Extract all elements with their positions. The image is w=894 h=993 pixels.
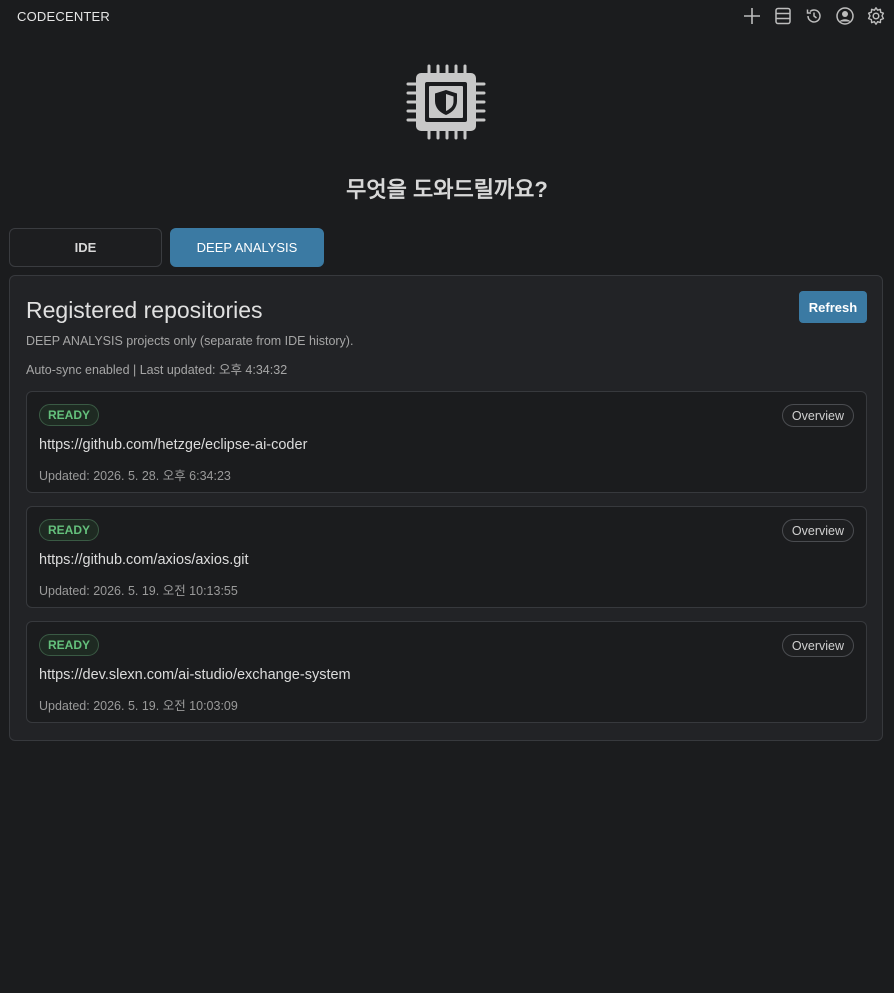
panel-subtitle: DEEP ANALYSIS projects only (separate fr…	[26, 334, 354, 348]
repo-updated: Updated: 2026. 5. 19. 오전 10:13:55	[39, 584, 238, 598]
tab-deep-analysis[interactable]: DEEP ANALYSIS	[170, 228, 324, 267]
repositories-panel: Registered repositories Refresh DEEP ANA…	[9, 275, 883, 741]
repo-updated: Updated: 2026. 5. 19. 오전 10:03:09	[39, 699, 238, 713]
repo-url: https://github.com/hetzge/eclipse-ai-cod…	[39, 437, 308, 453]
toolbar-icons	[740, 4, 888, 28]
status-badge: READY	[39, 634, 100, 656]
repo-url: https://github.com/axios/axios.git	[39, 552, 249, 568]
overview-button[interactable]: Overview	[781, 404, 854, 427]
repo-card[interactable]: READY Overview https://github.com/hetzge…	[26, 391, 867, 493]
top-bar: CODECENTER	[0, 0, 894, 32]
overview-button[interactable]: Overview	[781, 519, 854, 542]
repo-card[interactable]: READY Overview https://github.com/axios/…	[26, 506, 867, 608]
gear-icon[interactable]	[864, 4, 888, 28]
history-icon[interactable]	[802, 4, 826, 28]
overview-button[interactable]: Overview	[781, 634, 854, 657]
repo-updated: Updated: 2026. 5. 28. 오후 6:34:23	[39, 469, 231, 483]
status-badge: READY	[39, 404, 100, 426]
tab-ide[interactable]: IDE	[9, 228, 162, 267]
status-badge: READY	[39, 519, 100, 541]
database-icon[interactable]	[771, 4, 795, 28]
hero-title: 무엇을 도와드릴까요?	[346, 177, 548, 202]
repo-card[interactable]: READY Overview https://dev.slexn.com/ai-…	[26, 621, 867, 723]
mode-tabs: IDE DEEP ANALYSIS	[9, 228, 324, 267]
panel-title: Registered repositories	[26, 297, 263, 323]
sync-status: Auto-sync enabled | Last updated: 오후 4:3…	[26, 363, 288, 377]
repo-url: https://dev.slexn.com/ai-studio/exchange…	[39, 667, 351, 683]
app-title: CODECENTER	[17, 9, 111, 24]
refresh-button[interactable]: Refresh	[799, 291, 867, 323]
plus-icon[interactable]	[740, 4, 764, 28]
account-icon[interactable]	[833, 4, 857, 28]
chip-shield-icon	[405, 62, 487, 142]
